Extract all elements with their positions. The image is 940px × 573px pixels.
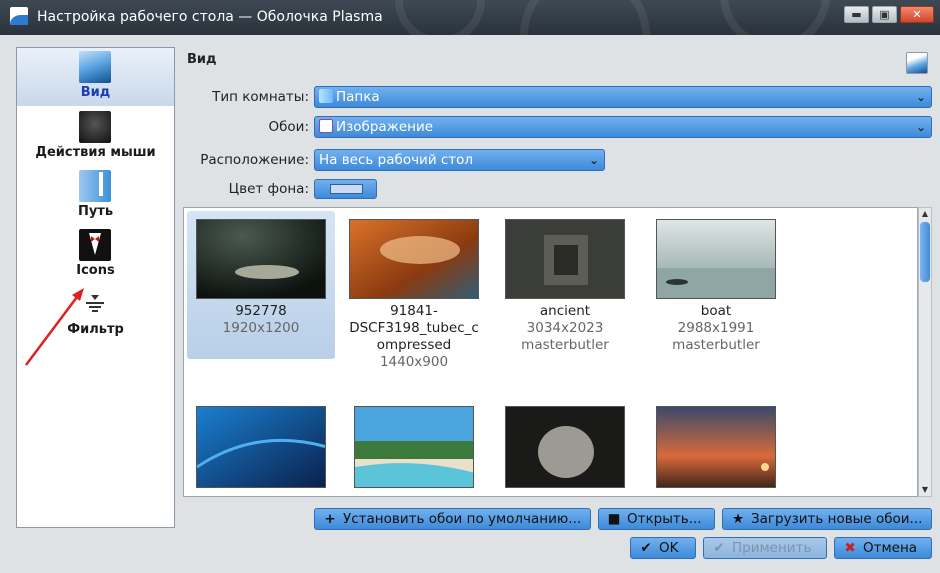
- wallpaper-select[interactable]: Изображение ⌄: [314, 116, 932, 138]
- wallpaper-gallery: 952778 1920x1200 91841- DSCF3198_tubec_c…: [183, 207, 918, 497]
- wallpaper-name: 91841-: [390, 303, 438, 319]
- button-label: OK: [659, 540, 679, 556]
- color-swatch: [330, 184, 363, 194]
- page-title: Вид: [187, 52, 217, 67]
- cancel-button[interactable]: ✖ Отмена: [834, 537, 932, 559]
- sidebar: Вид Действия мыши Путь Icons Фильтр: [16, 47, 175, 528]
- sidebar-item-mouse-actions[interactable]: Действия мыши: [17, 108, 174, 166]
- wallpaper-thumbnail: [505, 219, 625, 299]
- wallpaper-name: ompressed: [376, 337, 452, 353]
- close-button[interactable]: ✕: [900, 6, 934, 23]
- wallpaper-author: masterbutler: [521, 337, 609, 353]
- sidebar-item-icons[interactable]: Icons: [17, 226, 174, 284]
- path-icon: [79, 170, 111, 202]
- room-type-label: Тип комнаты:: [212, 89, 309, 105]
- maximize-button[interactable]: ▣: [872, 6, 897, 23]
- button-label: Применить: [732, 540, 812, 556]
- scrollbar-thumb[interactable]: [920, 222, 930, 282]
- minimize-button[interactable]: ▬: [844, 6, 869, 23]
- bg-color-button[interactable]: [314, 179, 377, 199]
- wallpaper-name: 952778: [235, 303, 287, 319]
- mouse-actions-icon: [79, 111, 111, 143]
- wallpaper-resolution: 1440x900: [379, 354, 449, 370]
- checkmark-icon: ✔: [640, 540, 652, 556]
- wallpaper-tile[interactable]: [491, 406, 639, 488]
- wallpaper-resolution: 1920x1200: [222, 320, 300, 336]
- wallpaper-label: Обои:: [268, 119, 309, 135]
- button-label: Отмена: [863, 540, 918, 556]
- button-label: Установить обои по умолчанию...: [343, 511, 582, 527]
- chevron-down-icon: ⌄: [915, 120, 926, 134]
- plus-icon: +: [324, 511, 336, 527]
- wallpaper-thumbnail: [354, 406, 474, 488]
- sidebar-item-label: Действия мыши: [35, 145, 156, 160]
- star-icon: ★: [731, 511, 745, 527]
- wallpaper-name: boat: [700, 303, 732, 319]
- wallpaper-tile[interactable]: [642, 406, 790, 488]
- sidebar-item-view[interactable]: Вид: [17, 48, 174, 106]
- wallpaper-author: masterbutler: [672, 337, 760, 353]
- open-button[interactable]: ■ Открыть...: [598, 508, 715, 530]
- button-label: Загрузить новые обои...: [751, 511, 923, 527]
- image-icon: [319, 119, 333, 133]
- placement-select[interactable]: На весь рабочий стол ⌄: [314, 149, 605, 171]
- set-default-wallpaper-button[interactable]: + Установить обои по умолчанию...: [314, 508, 591, 530]
- wallpaper-value: Изображение: [336, 119, 434, 135]
- close-icon: ✖: [844, 540, 856, 556]
- button-label: Открыть...: [627, 511, 702, 527]
- view-icon: [79, 51, 111, 83]
- wallpaper-resolution: 3034x2023: [526, 320, 604, 336]
- room-type-select[interactable]: Папка ⌄: [314, 86, 932, 108]
- icons-tuxedo-icon: [79, 229, 111, 261]
- chevron-down-icon: ⌄: [588, 153, 599, 167]
- wallpaper-tile[interactable]: [187, 406, 335, 488]
- sidebar-item-filter[interactable]: Фильтр: [17, 285, 174, 343]
- app-icon: [10, 7, 28, 25]
- gallery-scrollbar[interactable]: ▲ ▼: [918, 207, 932, 497]
- apply-button[interactable]: ✔ Применить: [703, 537, 827, 559]
- room-type-value: Папка: [336, 89, 380, 105]
- placement-label: Расположение:: [200, 152, 309, 168]
- sidebar-item-label: Вид: [80, 85, 111, 100]
- wallpaper-thumbnail: [196, 406, 326, 488]
- checkmark-icon: ✔: [713, 540, 725, 556]
- view-icon: [906, 52, 928, 74]
- sidebar-item-path[interactable]: Путь: [17, 167, 174, 225]
- sidebar-item-label: Путь: [77, 204, 114, 219]
- wallpaper-thumbnail: [196, 219, 326, 299]
- wallpaper-name: DSCF3198_tubec_c: [349, 320, 479, 336]
- bg-color-label: Цвет фона:: [228, 181, 309, 197]
- wallpaper-tile[interactable]: 91841- DSCF3198_tubec_c ompressed 1440x9…: [340, 211, 488, 371]
- scroll-up-icon[interactable]: ▲: [919, 208, 931, 220]
- placement-value: На весь рабочий стол: [319, 152, 474, 168]
- wallpaper-thumbnail: [656, 219, 776, 299]
- folder-icon: [319, 89, 333, 103]
- window-title: Настройка рабочего стола — Оболочка Plas…: [37, 9, 383, 25]
- filter-icon: [85, 293, 105, 313]
- wallpaper-resolution: 2988x1991: [677, 320, 755, 336]
- wallpaper-thumbnail: [505, 406, 625, 488]
- scroll-down-icon[interactable]: ▼: [919, 484, 931, 496]
- settings-dialog: Вид Действия мыши Путь Icons Фильтр Вид …: [0, 35, 940, 573]
- sidebar-item-label: Icons: [76, 263, 115, 278]
- wallpaper-tile[interactable]: [340, 406, 488, 488]
- download-wallpapers-button[interactable]: ★ Загрузить новые обои...: [722, 508, 932, 530]
- wallpaper-tile[interactable]: 952778 1920x1200: [187, 211, 335, 359]
- wallpaper-tile[interactable]: boat 2988x1991 masterbutler: [642, 211, 790, 354]
- wallpaper-thumbnail: [349, 219, 479, 299]
- wallpaper-tile[interactable]: ancient 3034x2023 masterbutler: [491, 211, 639, 354]
- open-icon: ■: [607, 511, 621, 527]
- wallpaper-name: ancient: [539, 303, 591, 319]
- sidebar-item-label: Фильтр: [67, 322, 124, 337]
- chevron-down-icon: ⌄: [915, 90, 926, 104]
- ok-button[interactable]: ✔ OK: [630, 537, 696, 559]
- title-bar[interactable]: Настройка рабочего стола — Оболочка Plas…: [0, 0, 940, 35]
- wallpaper-thumbnail: [656, 406, 776, 488]
